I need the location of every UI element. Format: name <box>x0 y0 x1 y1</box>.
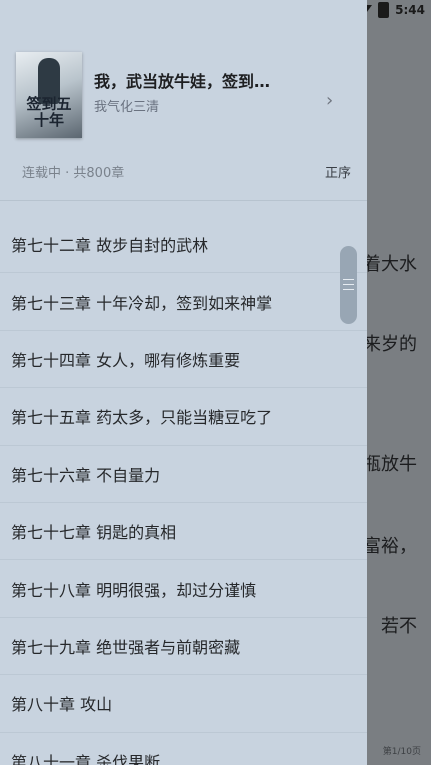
chapter-title: 第七十五章 药太多，只能当糖豆吃了 <box>11 408 273 428</box>
chevron-right-icon[interactable]: › <box>326 90 333 111</box>
chapter-item[interactable]: 第七十八章 明明很强，却过分谨慎 <box>0 560 367 618</box>
sort-order-button[interactable]: 正序 <box>325 162 351 181</box>
chapter-item[interactable]: 第七十三章 十年冷却，签到如来神掌 <box>0 273 367 331</box>
book-cover[interactable]: 签到五十年 <box>16 52 82 138</box>
status-bar: 5:44 <box>356 0 431 20</box>
reader-text-line: 富裕， <box>363 536 417 557</box>
chapter-item[interactable]: 第七十二章 故步自封的武林 <box>0 216 367 274</box>
grip-line <box>343 284 354 285</box>
chapter-title: 第七十八章 明明很强，却过分谨慎 <box>11 580 257 600</box>
reader-text-line: 着大水 <box>363 254 417 275</box>
reader-text-line: 若不 <box>381 616 417 637</box>
fast-scroll-thumb[interactable] <box>340 246 357 324</box>
cover-title-text: 签到五十年 <box>26 95 72 129</box>
battery-icon <box>378 2 390 18</box>
divider <box>0 200 367 201</box>
chapter-title: 第七十二章 故步自封的武林 <box>11 236 209 256</box>
chapter-item[interactable]: 第七十四章 女人，哪有修炼重要 <box>0 331 367 389</box>
chapter-item[interactable]: 第七十五章 药太多，只能当糖豆吃了 <box>0 388 367 446</box>
chapter-item[interactable]: 第七十七章 钥匙的真相 <box>0 503 367 561</box>
chapter-title: 第七十九章 绝世强者与前朝密藏 <box>11 637 241 657</box>
chapter-title: 第八十章 攻山 <box>11 695 113 715</box>
book-info-header[interactable]: 签到五十年 我，武当放牛娃，签到… 我气化三清 › 连载中 · 共800章 正序 <box>0 0 367 200</box>
book-author: 我气化三清 <box>94 100 160 115</box>
book-title: 我，武当放牛娃，签到… <box>94 72 271 91</box>
chapter-list: 第七十二章 故步自封的武林 第七十三章 十年冷却，签到如来神掌 第七十四章 女人… <box>0 216 367 765</box>
chapter-title: 第七十四章 女人，哪有修炼重要 <box>11 350 241 370</box>
chapter-title: 第七十七章 钥匙的真相 <box>11 523 177 543</box>
chapter-item[interactable]: 第八十一章 杀伐果断 <box>0 733 367 765</box>
chapter-item[interactable]: 第八十章 攻山 <box>0 675 367 733</box>
grip-line <box>343 289 354 290</box>
chapter-title: 第七十三章 十年冷却，签到如来神掌 <box>11 293 273 313</box>
page-indicator: 第1/10页 <box>382 747 421 757</box>
chapter-title: 第八十一章 杀伐果断 <box>11 752 161 765</box>
book-status: 连载中 · 共800章 <box>22 166 125 181</box>
chapter-item[interactable]: 第七十六章 不自量力 <box>0 446 367 503</box>
reader-text-line: 瓶放牛 <box>363 454 417 475</box>
chapter-drawer: 签到五十年 我，武当放牛娃，签到… 我气化三清 › 连载中 · 共800章 正序… <box>0 0 367 765</box>
reader-text-line: 来岁的 <box>363 334 417 355</box>
chapter-title: 第七十六章 不自量力 <box>11 465 161 485</box>
status-time: 5:44 <box>395 3 425 17</box>
chapter-item[interactable]: 第七十九章 绝世强者与前朝密藏 <box>0 618 367 676</box>
grip-line <box>343 279 354 280</box>
